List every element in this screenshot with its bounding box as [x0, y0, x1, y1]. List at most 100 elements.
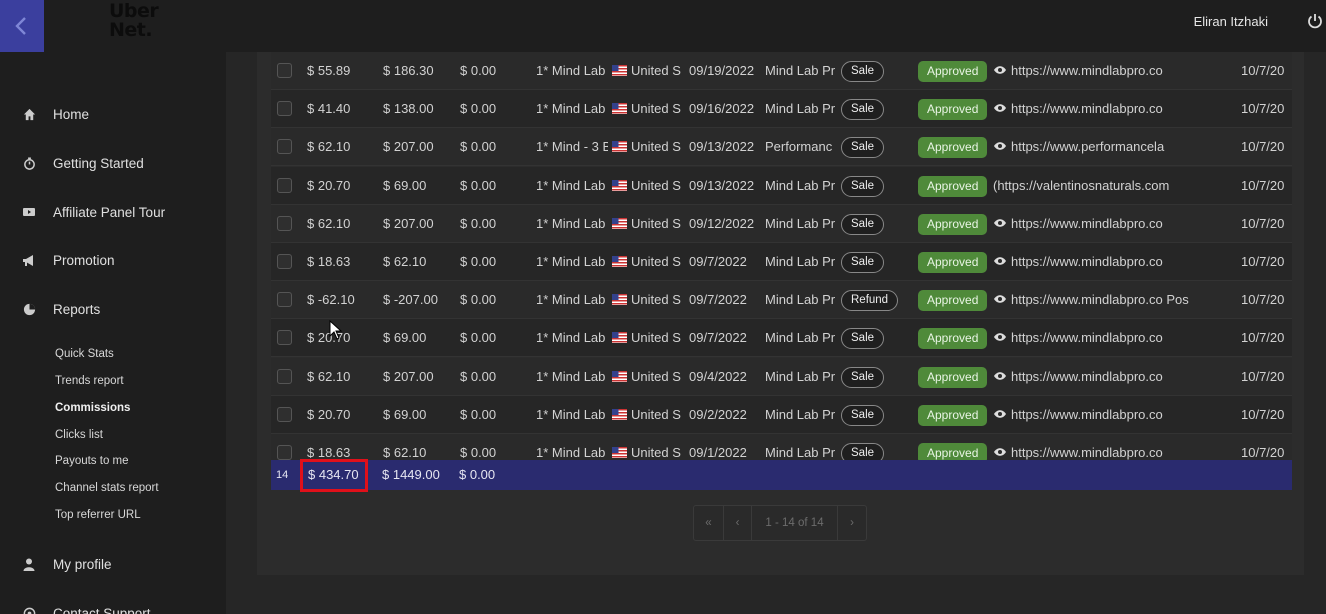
pagination-prev-button[interactable]: ‹	[724, 506, 752, 540]
totals-row: 14 $ 434.70 $ 1449.00 $ 0.00	[271, 460, 1292, 490]
table-row[interactable]: $ 18.63 $ 62.10 $ 0.00 1* Mind Lab United S 0…	[271, 243, 1292, 281]
country-cell: United S	[612, 281, 685, 319]
product-cell: 1* Mind - 3 B	[536, 139, 608, 155]
video-icon	[22, 205, 36, 219]
us-flag-icon	[612, 217, 627, 229]
row-checkbox[interactable]	[277, 368, 292, 384]
created-cell: 10/7/20	[1241, 330, 1285, 346]
eye-icon[interactable]	[993, 141, 1007, 151]
us-flag-icon	[612, 256, 627, 267]
country-cell: United S	[612, 358, 685, 396]
table-row[interactable]: $ 20.70 $ 69.00 $ 0.00 1* Mind Lab United S0…	[271, 319, 1292, 358]
row-checkbox[interactable]	[277, 445, 292, 460]
eye-icon[interactable]	[993, 332, 1007, 342]
report-link-payouts-to-me[interactable]: Payouts to me	[55, 455, 129, 467]
amount-cell: $ 207.00	[383, 139, 434, 155]
sidebar-item-label: Promotion	[53, 252, 115, 268]
table-row[interactable]: $ 20.70 $ 69.00 $ 0.00 1* Mind Lab United S0…	[271, 166, 1292, 205]
sidebar-item-my-profile[interactable]: My profile	[0, 549, 226, 579]
status-badge: Approved	[918, 175, 988, 197]
table-row[interactable]: $ -62.10 $ -207.00 $ 0.00 1* Mind Lab United…	[271, 281, 1292, 320]
row-checkbox[interactable]	[277, 101, 292, 117]
row-checkbox[interactable]	[277, 63, 292, 78]
extra-cell: $ 0.00	[460, 215, 497, 231]
row-checkbox[interactable]	[277, 254, 292, 269]
eye-icon[interactable]	[993, 65, 1007, 75]
offer-cell: Mind Lab Pr	[765, 177, 836, 193]
country-cell: United S	[612, 243, 685, 281]
extra-cell: $ 0.00	[460, 368, 497, 384]
report-link-clicks-list[interactable]: Clicks list	[55, 429, 103, 441]
row-checkbox[interactable]	[277, 177, 292, 193]
us-flag-icon	[612, 408, 627, 420]
table-row[interactable]: $ 20.70 $ 69.00 $ 0.00 1* Mind Lab United S0…	[271, 395, 1292, 434]
logo[interactable]: Uber Net.	[109, 2, 159, 40]
table-row[interactable]: $ 55.89 $ 186.30 $ 0.00 1* Mind Lab United S…	[271, 52, 1292, 90]
report-link-channel-stats-report[interactable]: Channel stats report	[55, 482, 159, 494]
date-cell: 09/7/2022	[689, 254, 747, 269]
eye-icon[interactable]	[993, 447, 1007, 457]
row-checkbox[interactable]	[277, 330, 292, 346]
sidebar-item-contact-support[interactable]: Contact Support	[0, 598, 226, 614]
amount-cell: $ 138.00	[383, 101, 434, 117]
created-cell: 10/7/20	[1241, 101, 1285, 117]
extra-cell: $ 0.00	[460, 63, 497, 78]
power-icon[interactable]	[1306, 12, 1324, 30]
url-cell: https://www.mindlabpro.co	[993, 358, 1211, 396]
date-cell: 09/7/2022	[689, 330, 747, 346]
sidebar-item-affiliate-panel-tour[interactable]: Affiliate Panel Tour	[0, 197, 226, 227]
product-cell: 1* Mind Lab	[536, 292, 606, 308]
eye-icon[interactable]	[993, 256, 1007, 266]
url-label: https://www.mindlabpro.co	[1011, 63, 1163, 78]
table-row[interactable]: $ 62.10 $ 207.00 $ 0.00 1* Mind Lab United S…	[271, 357, 1292, 396]
eye-icon[interactable]	[993, 103, 1007, 113]
eye-icon[interactable]	[993, 409, 1007, 419]
created-cell: 10/7/20	[1241, 254, 1285, 269]
table-row[interactable]: $ 62.10 $ 207.00 $ 0.00 1* Mind - 3 B United…	[271, 128, 1292, 167]
sidebar-item-promotion[interactable]: Promotion	[0, 245, 226, 275]
type-badge: Sale	[841, 366, 885, 388]
report-link-trends-report[interactable]: Trends report	[55, 375, 124, 387]
top-bar: Uber Net. Eliran Itzhaki	[0, 0, 1326, 52]
eye-icon[interactable]	[993, 218, 1007, 228]
country-label: United S	[631, 445, 681, 460]
extra-cell: $ 0.00	[460, 139, 497, 155]
back-button[interactable]	[0, 0, 44, 52]
pagination-first-button[interactable]: «	[694, 506, 724, 540]
table-row[interactable]: $ 41.40 $ 138.00 $ 0.00 1* Mind Lab United S…	[271, 90, 1292, 129]
sidebar-item-getting-started[interactable]: Getting Started	[0, 148, 226, 178]
us-flag-icon	[612, 65, 627, 76]
totals-count: 14	[276, 469, 289, 481]
report-link-commissions[interactable]: Commissions	[55, 402, 130, 414]
row-checkbox[interactable]	[277, 139, 292, 155]
amount-cell: $ 69.00	[383, 177, 427, 193]
sidebar-item-reports[interactable]: Reports	[0, 294, 226, 324]
eye-icon[interactable]	[993, 294, 1007, 304]
url-cell: https://www.performancela	[993, 128, 1211, 166]
row-checkbox[interactable]	[277, 292, 292, 308]
user-name[interactable]: Eliran Itzhaki	[1194, 14, 1268, 29]
created-cell: 10/7/20	[1241, 139, 1285, 155]
pagination-next-button[interactable]: ›	[838, 506, 866, 540]
row-checkbox[interactable]	[277, 406, 292, 422]
row-checkbox[interactable]	[277, 215, 292, 231]
eye-icon[interactable]	[993, 371, 1007, 381]
url-cell: https://www.mindlabpro.co	[993, 90, 1211, 128]
us-flag-icon	[612, 179, 627, 191]
commission-cell: $ 62.10	[307, 215, 351, 231]
offer-cell: Mind Lab Pr	[765, 63, 836, 78]
sidebar-item-home[interactable]: Home	[0, 99, 226, 129]
offer-cell: Mind Lab Pr	[765, 215, 836, 231]
amount-cell: $ 62.10	[383, 254, 427, 269]
url-label: https://www.performancela	[1011, 139, 1165, 155]
type-badge: Sale	[841, 328, 885, 350]
created-cell: 10/7/20	[1241, 63, 1285, 78]
report-link-quick-stats[interactable]: Quick Stats	[55, 348, 114, 360]
country-label: United S	[631, 292, 681, 308]
report-link-top-referrer-url[interactable]: Top referrer URL	[55, 509, 141, 521]
table-row[interactable]: $ 62.10 $ 207.00 $ 0.00 1* Mind Lab United S…	[271, 204, 1292, 243]
commission-cell: $ 20.70	[307, 177, 351, 193]
extra-cell: $ 0.00	[460, 292, 497, 308]
sidebar-item-label: Reports	[53, 301, 101, 317]
url-label: (https://valentinosnaturals.com	[993, 177, 1170, 193]
